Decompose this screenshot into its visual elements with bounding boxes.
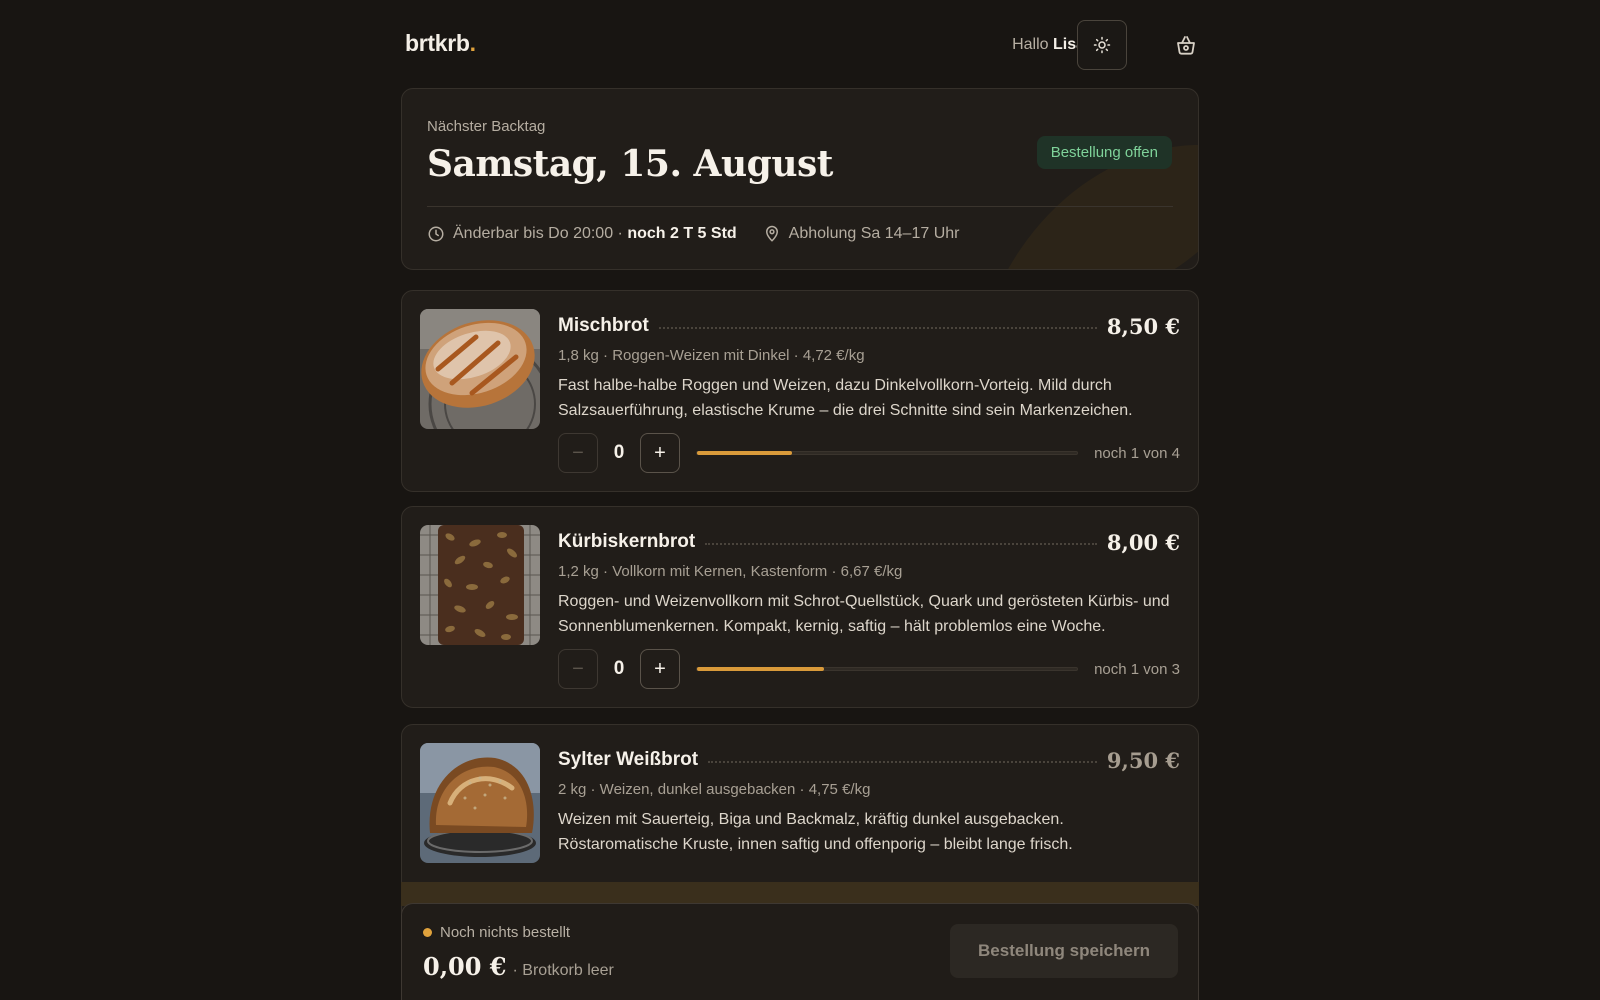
quantity-stepper: − 0 + noch 1 von 4 <box>558 433 1180 473</box>
basket-icon <box>1177 36 1195 55</box>
greeting: Hallo Lisa <box>1012 36 1085 53</box>
bake-day-label: Nächster Backtag <box>427 118 546 135</box>
bake-day-meta: Änderbar bis Do 20:00 · noch 2 T 5 Std A… <box>427 225 959 243</box>
availability-bar <box>696 667 1078 671</box>
product-price: 9,50 € <box>1106 747 1180 773</box>
order-total: 0,00 € · Brotkorb leer <box>423 952 614 981</box>
availability-bar-fill <box>697 667 824 671</box>
quantity-value: 0 <box>613 442 625 463</box>
increase-button[interactable]: + <box>640 649 680 689</box>
product-price: 8,50 € <box>1106 313 1180 339</box>
bake-day-card: Nächster Backtag Samstag, 15. August Bes… <box>401 88 1199 270</box>
product-meta: 1,8 kg · Roggen-Weizen mit Dinkel · 4,72… <box>558 347 865 364</box>
product-meta: 1,2 kg · Vollkorn mit Kernen, Kastenform… <box>558 563 903 580</box>
availability-bar-fill <box>697 451 792 455</box>
decrease-button[interactable]: − <box>558 649 598 689</box>
product-image-sylter-weissbrot <box>420 743 540 863</box>
product-description: Roggen- und Weizenvollkorn mit Schrot-Qu… <box>558 593 1170 635</box>
dotted-leader <box>658 327 1097 329</box>
decrease-button[interactable]: − <box>558 433 598 473</box>
sun-icon <box>1093 36 1111 54</box>
availability-text: noch 1 von 4 <box>1094 444 1180 462</box>
dotted-leader <box>705 543 1097 545</box>
decorative-leaf <box>998 89 1198 269</box>
availability-text: noch 1 von 3 <box>1094 660 1180 678</box>
order-total-amount: 0,00 € <box>423 952 507 981</box>
quantity-stepper: − 0 + noch 1 von 3 <box>558 649 1180 689</box>
cart-button[interactable] <box>1173 32 1199 58</box>
quantity-value: 0 <box>613 658 625 679</box>
product-meta: 2 kg · Weizen, dunkel ausgebacken · 4,75… <box>558 781 871 798</box>
order-status: Noch nichts bestellt <box>423 924 570 941</box>
clock-icon <box>428 226 444 242</box>
location-pin-icon <box>765 225 778 242</box>
divider <box>427 206 1173 207</box>
product-price: 8,00 € <box>1106 529 1180 555</box>
dotted-leader <box>708 761 1097 763</box>
product-name: Mischbrot <box>558 315 649 336</box>
countdown: noch 2 T 5 Std <box>627 225 737 242</box>
increase-button[interactable]: + <box>640 433 680 473</box>
product-name: Kürbiskernbrot <box>558 531 696 552</box>
logo[interactable]: brtkrb. <box>405 30 476 57</box>
status-dot <box>423 928 432 937</box>
product-name: Sylter Weißbrot <box>558 749 699 770</box>
product-image-kuerbiskernbrot <box>420 525 540 645</box>
edit-deadline: Änderbar bis Do 20:00 · <box>453 225 623 242</box>
save-order-button[interactable]: Bestellung speichern <box>950 924 1178 978</box>
pickup-info: Abholung Sa 14–17 Uhr <box>763 225 959 243</box>
availability-bar <box>696 451 1078 455</box>
app-header: brtkrb. Hallo Lisa <box>401 0 1199 90</box>
product-image-mischbrot <box>420 309 540 429</box>
theme-toggle-button[interactable] <box>1077 20 1127 70</box>
bake-day-date: Samstag, 15. August <box>427 143 833 185</box>
product-card-kuerbiskernbrot: Kürbiskernbrot 8,00 € 1,2 kg · Vollkorn … <box>401 506 1199 708</box>
order-summary-bar: Noch nichts bestellt 0,00 € · Brotkorb l… <box>401 903 1199 1000</box>
product-description: Fast halbe-halbe Roggen und Weizen, dazu… <box>558 377 1133 419</box>
order-total-note: · Brotkorb leer <box>512 962 614 979</box>
product-description: Weizen mit Sauerteig, Biga und Backmalz,… <box>558 811 1073 853</box>
product-card-mischbrot: Mischbrot 8,50 € 1,8 kg · Roggen-Weizen … <box>401 290 1199 492</box>
status-badge: Bestellung offen <box>1036 136 1172 169</box>
